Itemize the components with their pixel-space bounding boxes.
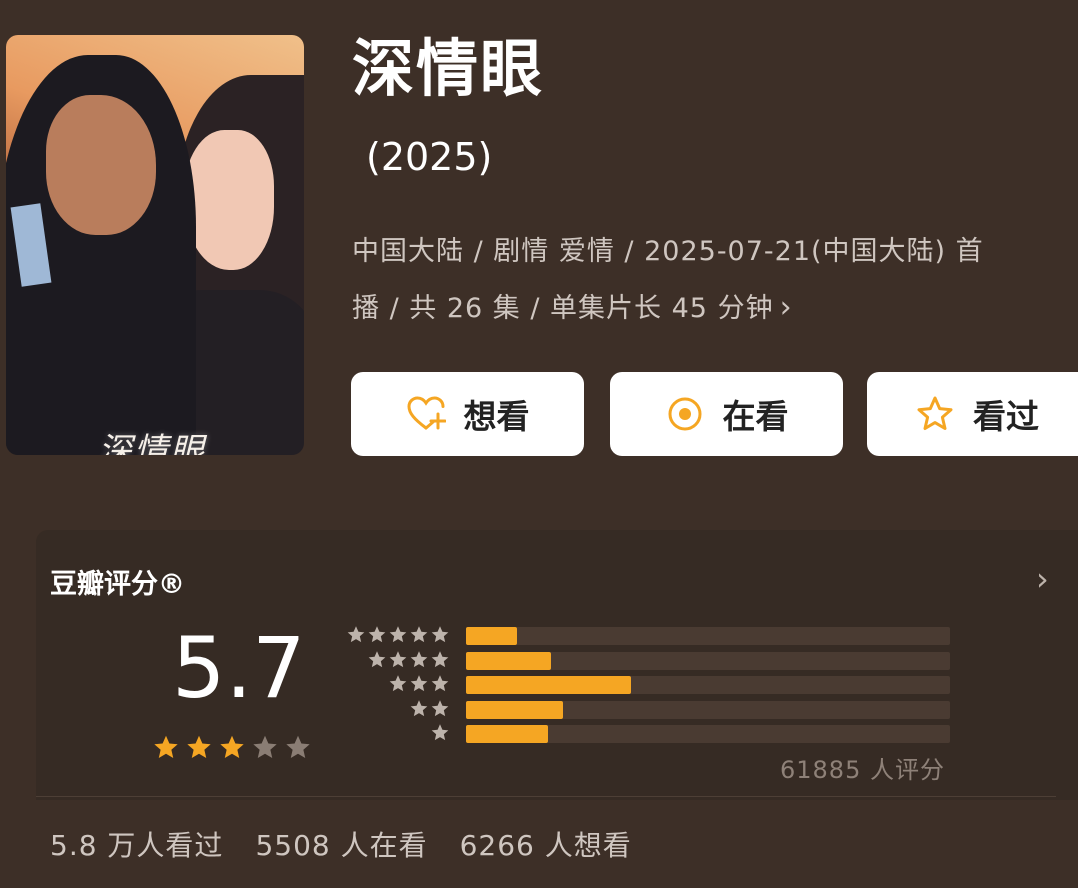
watched-label: 看过 (973, 397, 1039, 436)
star-empty-icon (286, 735, 310, 759)
star-icon (347, 626, 365, 643)
poster-title-art: 深情眼 (98, 431, 206, 455)
stat-watched[interactable]: 5.8 万人看过 (50, 824, 223, 864)
star-icon (368, 650, 386, 667)
distribution-stars-4 (340, 650, 450, 670)
distribution-stars-1 (340, 723, 450, 743)
star-filled-icon (154, 735, 178, 759)
poster-image[interactable]: 深情眼 (6, 35, 304, 455)
star-empty-icon (253, 735, 277, 759)
page-title: 深情眼 (352, 32, 545, 105)
chevron-right-icon: › (779, 290, 793, 325)
release-year: (2025) (366, 135, 493, 179)
watching-label: 在看 (722, 397, 789, 436)
star-icon (389, 675, 407, 692)
star-icon (389, 650, 407, 667)
meta-line-1: 中国大陆 / 剧情 爱情 / 2025-07-21(中国大陆) 首 (352, 236, 984, 267)
star-icon (431, 650, 449, 667)
distribution-stars-3 (340, 674, 450, 694)
star-icon (368, 626, 386, 643)
star-icon (410, 699, 428, 716)
score-stars (152, 734, 312, 762)
heart-plus-icon (406, 394, 446, 434)
stat-watching[interactable]: 5508 人在看 (255, 824, 427, 864)
star-icon (410, 650, 428, 667)
meta-line-2-wrap: 播 / 共 26 集 / 单集片长 45 分钟 › (352, 280, 1078, 337)
distribution-stars-5 (340, 625, 450, 645)
star-icon (410, 626, 428, 643)
star-filled-icon (220, 735, 244, 759)
want-label: 想看 (463, 397, 530, 436)
distribution-stars-2 (340, 699, 450, 719)
meta-line-2: 播 / 共 26 集 / 单集片长 45 分钟 (352, 293, 774, 324)
rating-score: 5.7 (172, 619, 306, 717)
rating-label: 豆瓣评分® (50, 569, 185, 600)
star-icon (431, 699, 449, 716)
rating-total: 61885 人评分 (780, 756, 945, 784)
watched-button[interactable]: 看过 (867, 372, 1078, 456)
distribution-bar-2 (466, 700, 563, 719)
star-icon (389, 626, 407, 643)
star-icon (431, 675, 449, 692)
star-filled-icon (187, 735, 211, 759)
star-icon (431, 724, 449, 741)
watching-button[interactable]: 在看 (610, 372, 843, 456)
target-icon (665, 394, 705, 434)
poster-man-face (46, 95, 156, 235)
stat-want[interactable]: 6266 人想看 (460, 824, 632, 864)
distribution-bar-1 (466, 725, 548, 743)
want-to-watch-button[interactable]: 想看 (351, 372, 584, 456)
poster-woman-face (184, 130, 274, 270)
star-outline-icon (915, 394, 955, 434)
viewer-stats: 5.8 万人看过 5508 人在看 6266 人想看 (50, 824, 632, 864)
show-meta[interactable]: 中国大陆 / 剧情 爱情 / 2025-07-21(中国大陆) 首 播 / 共 … (352, 224, 1078, 337)
distribution-bar-3 (466, 676, 631, 694)
distribution-bar-track (466, 627, 950, 645)
chevron-right-icon[interactable]: › (1036, 560, 1049, 598)
distribution-bar-4 (466, 651, 551, 670)
star-icon (431, 626, 449, 643)
distribution-bar-5 (466, 627, 517, 645)
divider (36, 796, 1056, 797)
star-icon (410, 675, 428, 692)
